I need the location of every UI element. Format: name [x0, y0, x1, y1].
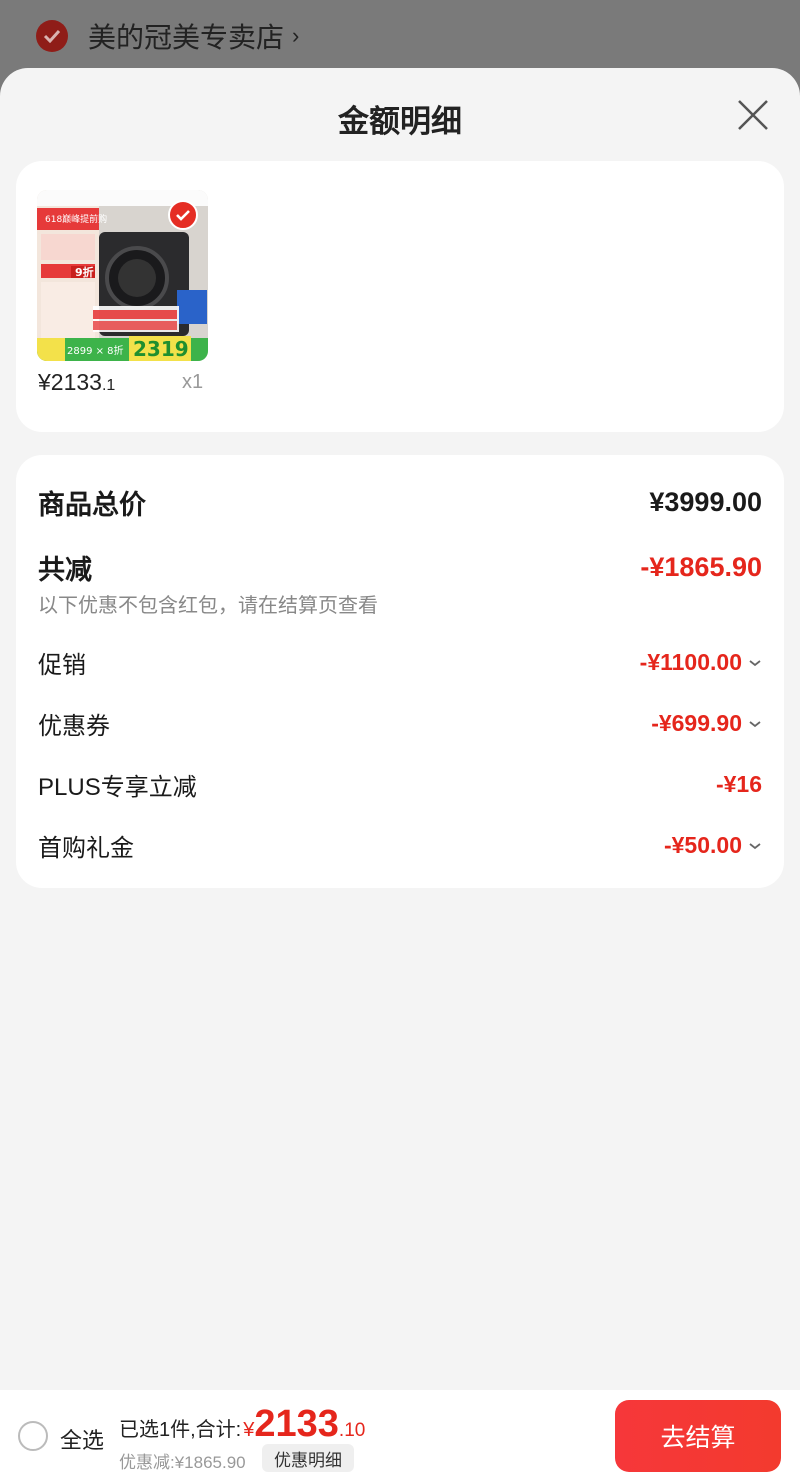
checkout-bar: 全选 已选1件,合计: ¥ 2133 .10 优惠减:¥1865.90 优惠明细… — [0, 1390, 800, 1482]
chevron-down-icon[interactable] — [748, 658, 762, 668]
checkout-button[interactable]: 去结算 — [615, 1400, 781, 1472]
discount-summary: 优惠减:¥1865.90 — [119, 1453, 246, 1472]
total-price-row: 商品总价 ¥3999.00 — [38, 483, 762, 522]
badge-formula-text: 2899 × 8折 — [67, 344, 124, 357]
price-breakdown-card: 商品总价 ¥3999.00 共减 -¥1865.90 以下优惠不包含红包，请在结… — [16, 455, 784, 888]
store-header[interactable]: 美的冠美专卖店 › — [0, 0, 800, 72]
sheet-title: 金额明细 — [338, 104, 462, 139]
badge-price-text: 2319 — [133, 337, 189, 361]
store-name[interactable]: 美的冠美专卖店 — [88, 16, 284, 56]
total-reduce-label: 共减 — [38, 555, 92, 585]
total-reduce-row: 共减 -¥1865.90 — [38, 548, 762, 587]
coupon-row[interactable]: 优惠券 -¥699.90 — [38, 706, 762, 741]
product-thumbnail[interactable]: 618巅峰提前购 9折 2899 × 8折 2319 — [37, 190, 208, 361]
store-check-icon[interactable] — [36, 20, 68, 52]
promotion-row[interactable]: 促销 -¥1100.00 — [38, 645, 762, 680]
product-card: 618巅峰提前购 9折 2899 × 8折 2319 ¥2133.1 x1 — [16, 161, 784, 432]
first-purchase-row[interactable]: 首购礼金 -¥50.00 — [38, 828, 762, 863]
order-summary: 已选1件,合计: ¥ 2133 .10 — [119, 1403, 365, 1446]
total-price-label: 商品总价 — [38, 490, 146, 520]
discount-detail-button[interactable]: 优惠明细 — [262, 1444, 354, 1472]
total-currency: ¥ — [243, 1419, 255, 1441]
reduce-note-row: 以下优惠不包含红包，请在结算页查看 — [38, 589, 762, 618]
badge-discount-text: 9折 — [75, 265, 94, 279]
reduce-note: 以下优惠不包含红包，请在结算页查看 — [38, 595, 378, 617]
item-quantity: x1 — [182, 371, 204, 393]
chevron-down-icon[interactable] — [748, 841, 762, 851]
promotion-value: -¥1100.00 — [639, 649, 742, 675]
first-purchase-label: 首购礼金 — [38, 835, 134, 862]
plus-discount-row: PLUS专享立减 -¥16 — [38, 767, 762, 802]
chevron-right-icon: › — [292, 23, 300, 48]
total-reduce-value: -¥1865.90 — [640, 552, 762, 582]
plus-discount-value: -¥16 — [715, 771, 762, 797]
selected-summary-label: 已选1件,合计: — [119, 1419, 242, 1441]
unit-price-int: ¥2133 — [38, 369, 102, 395]
total-price-value: ¥3999.00 — [649, 487, 762, 517]
close-icon[interactable] — [736, 98, 770, 132]
coupon-value: -¥699.90 — [651, 710, 742, 736]
unit-price-dec: .1 — [101, 377, 116, 394]
chevron-down-icon[interactable] — [748, 719, 762, 729]
price-detail-sheet: 金额明细 618巅峰提前购 9折 2899 × 8折 2319 ¥2133.1 … — [0, 68, 800, 1390]
item-selected-check-icon[interactable] — [168, 200, 198, 230]
total-amount-int: 2133 — [254, 1403, 339, 1445]
first-purchase-value: -¥50.00 — [663, 832, 742, 858]
select-all-radio[interactable] — [18, 1421, 48, 1451]
total-amount-dec: .10 — [338, 1420, 366, 1441]
unit-price: ¥2133.1 — [38, 369, 115, 396]
badge-top-text: 618巅峰提前购 — [45, 213, 107, 225]
select-all-label[interactable]: 全选 — [60, 1423, 104, 1455]
promotion-label: 促销 — [38, 652, 86, 679]
coupon-label: 优惠券 — [38, 713, 110, 740]
plus-discount-label: PLUS专享立减 — [38, 774, 197, 801]
